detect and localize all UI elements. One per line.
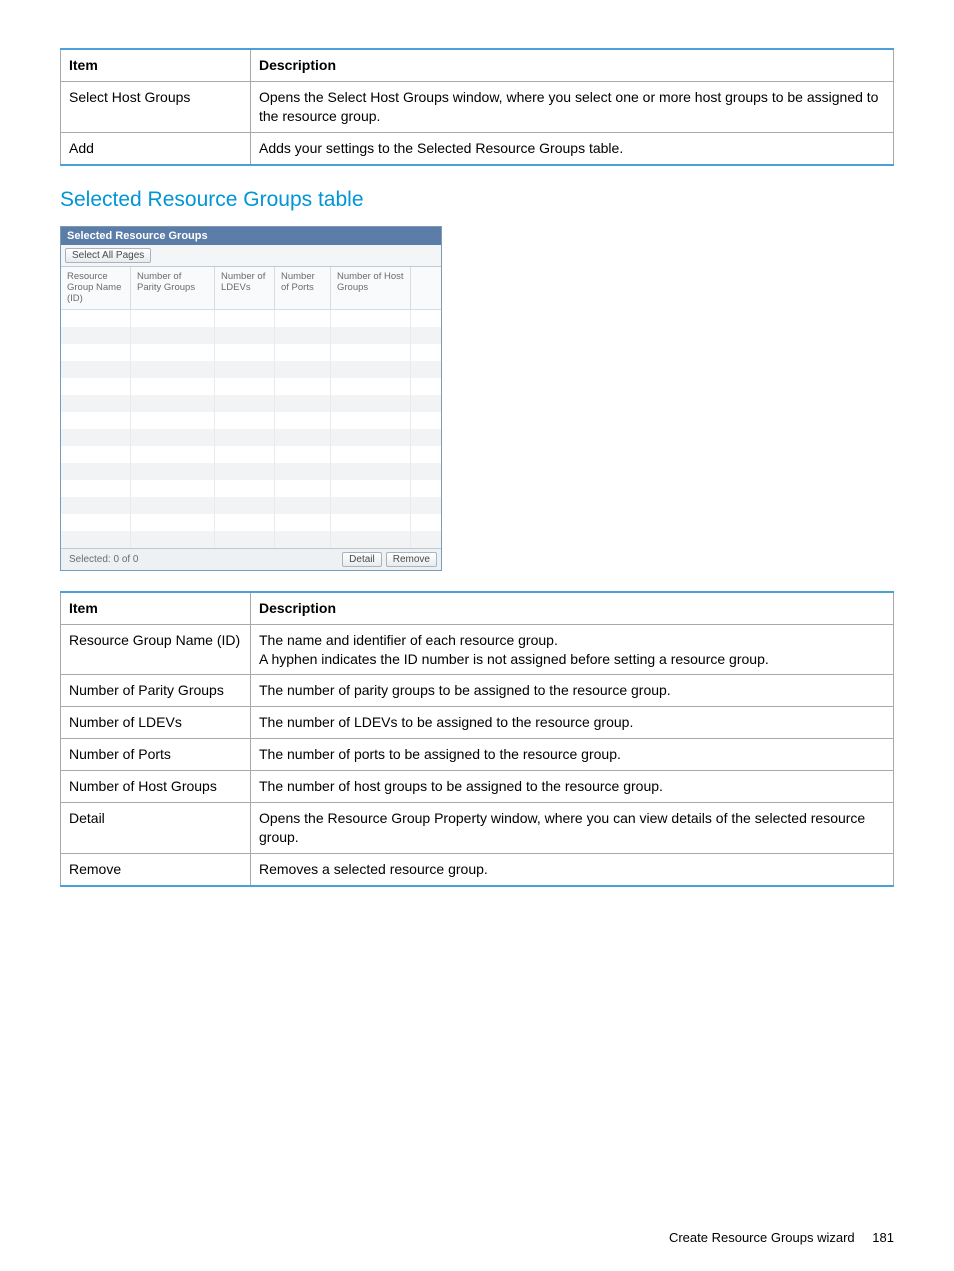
table-header-item: Item bbox=[61, 49, 251, 81]
cell-desc: Adds your settings to the Selected Resou… bbox=[251, 132, 894, 164]
select-all-pages-button[interactable]: Select All Pages bbox=[65, 248, 151, 263]
footer-text: Create Resource Groups wizard bbox=[669, 1230, 855, 1245]
page-footer: Create Resource Groups wizard 181 bbox=[669, 1230, 894, 1245]
cell-item: Add bbox=[61, 132, 251, 164]
cell-desc: The number of parity groups to be assign… bbox=[251, 675, 894, 707]
data-rows-empty bbox=[61, 310, 441, 548]
panel-toolbar: Select All Pages bbox=[61, 245, 441, 267]
table-row: Resource Group Name (ID) The name and id… bbox=[61, 624, 894, 675]
cell-item: Remove bbox=[61, 853, 251, 885]
cell-item: Detail bbox=[61, 802, 251, 853]
cell-desc: The number of LDEVs to be assigned to th… bbox=[251, 707, 894, 739]
item-description-table-1: Item Description Select Host Groups Open… bbox=[60, 48, 894, 166]
table-row: Add Adds your settings to the Selected R… bbox=[61, 132, 894, 164]
cell-desc: Opens the Resource Group Property window… bbox=[251, 802, 894, 853]
table-header-description: Description bbox=[251, 592, 894, 624]
cell-item: Number of LDEVs bbox=[61, 707, 251, 739]
table-header-item: Item bbox=[61, 592, 251, 624]
remove-button[interactable]: Remove bbox=[386, 552, 437, 567]
table-row: Detail Opens the Resource Group Property… bbox=[61, 802, 894, 853]
col-header-spacer bbox=[411, 267, 441, 309]
table-row: Number of Host Groups The number of host… bbox=[61, 771, 894, 803]
cell-desc: Opens the Select Host Groups window, whe… bbox=[251, 81, 894, 132]
table-header-description: Description bbox=[251, 49, 894, 81]
item-description-table-2: Item Description Resource Group Name (ID… bbox=[60, 591, 894, 887]
cell-desc: The number of ports to be assigned to th… bbox=[251, 739, 894, 771]
table-row: Remove Removes a selected resource group… bbox=[61, 853, 894, 885]
cell-item: Resource Group Name (ID) bbox=[61, 624, 251, 675]
table-row: Number of Parity Groups The number of pa… bbox=[61, 675, 894, 707]
col-header-resource-group[interactable]: Resource Group Name (ID) bbox=[61, 267, 131, 309]
table-row: Select Host Groups Opens the Select Host… bbox=[61, 81, 894, 132]
cell-desc: The number of host groups to be assigned… bbox=[251, 771, 894, 803]
col-header-host-groups[interactable]: Number of Host Groups bbox=[331, 267, 411, 309]
cell-item: Number of Host Groups bbox=[61, 771, 251, 803]
cell-item: Number of Parity Groups bbox=[61, 675, 251, 707]
col-header-ldevs[interactable]: Number of LDEVs bbox=[215, 267, 275, 309]
selected-resource-groups-panel: Selected Resource Groups Select All Page… bbox=[60, 226, 442, 571]
col-header-parity-groups[interactable]: Number of Parity Groups bbox=[131, 267, 215, 309]
section-heading: Selected Resource Groups table bbox=[60, 188, 894, 212]
panel-footer: Selected: 0 of 0 Detail Remove bbox=[61, 548, 441, 570]
panel-title: Selected Resource Groups bbox=[61, 227, 441, 245]
cell-desc: The name and identifier of each resource… bbox=[251, 624, 894, 675]
cell-desc: Removes a selected resource group. bbox=[251, 853, 894, 885]
cell-item: Number of Ports bbox=[61, 739, 251, 771]
column-headers: Resource Group Name (ID) Number of Parit… bbox=[61, 267, 441, 310]
detail-button[interactable]: Detail bbox=[342, 552, 382, 567]
page-number: 181 bbox=[872, 1230, 894, 1245]
table-row: Number of Ports The number of ports to b… bbox=[61, 739, 894, 771]
col-header-ports[interactable]: Number of Ports bbox=[275, 267, 331, 309]
cell-item: Select Host Groups bbox=[61, 81, 251, 132]
table-row: Number of LDEVs The number of LDEVs to b… bbox=[61, 707, 894, 739]
selection-count: Selected: 0 of 0 bbox=[65, 554, 139, 565]
